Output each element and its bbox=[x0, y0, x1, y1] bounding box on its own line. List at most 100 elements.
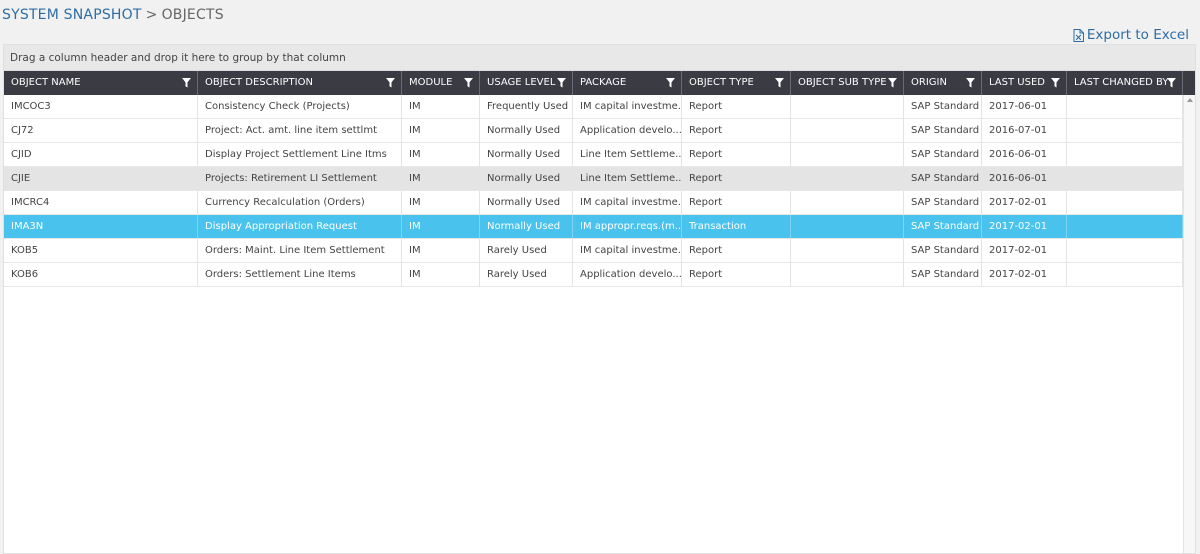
objects-grid: Drag a column header and drop it here to… bbox=[3, 44, 1196, 554]
cell-last-changed-by bbox=[1067, 95, 1183, 118]
filter-icon[interactable] bbox=[1051, 78, 1060, 88]
cell-object-sub-type bbox=[791, 239, 904, 262]
cell-package: IM appropr.reqs.(m... bbox=[573, 215, 682, 238]
cell-object-sub-type bbox=[791, 95, 904, 118]
filter-icon[interactable] bbox=[386, 78, 395, 88]
breadcrumb: SYSTEM SNAPSHOT > OBJECTS bbox=[2, 7, 224, 23]
cell-origin: SAP Standard bbox=[904, 191, 982, 214]
cell-module: IM bbox=[402, 119, 480, 142]
export-to-excel-link[interactable]: Export to Excel bbox=[1073, 27, 1189, 43]
cell-usage-level: Normally Used bbox=[480, 143, 573, 166]
cell-origin: SAP Standard bbox=[904, 143, 982, 166]
cell-last-changed-by bbox=[1067, 239, 1183, 262]
filter-icon[interactable] bbox=[557, 78, 566, 88]
cell-package: Line Item Settleme... bbox=[573, 143, 682, 166]
filter-icon[interactable] bbox=[1167, 78, 1176, 88]
cell-last-used: 2016-06-01 bbox=[982, 143, 1067, 166]
filter-icon[interactable] bbox=[182, 78, 191, 88]
cell-object-type: Report bbox=[682, 167, 791, 190]
cell-object-name: KOB5 bbox=[4, 239, 198, 262]
filter-icon[interactable] bbox=[666, 78, 675, 88]
cell-object-name: CJ72 bbox=[4, 119, 198, 142]
scroll-up-arrow-icon[interactable] bbox=[1187, 98, 1193, 102]
breadcrumb-system-snapshot[interactable]: SYSTEM SNAPSHOT bbox=[2, 7, 142, 23]
cell-last-changed-by bbox=[1067, 143, 1183, 166]
cell-module: IM bbox=[402, 167, 480, 190]
cell-usage-level: Normally Used bbox=[480, 215, 573, 238]
column-header-package[interactable]: PACKAGE bbox=[573, 71, 682, 95]
column-header-label: OBJECT SUB TYPE bbox=[798, 77, 887, 88]
filter-icon[interactable] bbox=[464, 78, 473, 88]
cell-object-name: IMA3N bbox=[4, 215, 198, 238]
cell-object-type: Report bbox=[682, 239, 791, 262]
cell-object-name: KOB6 bbox=[4, 263, 198, 286]
cell-package: Application develo... bbox=[573, 119, 682, 142]
cell-last-used: 2016-07-01 bbox=[982, 119, 1067, 142]
grid-body: IMCOC3 Consistency Check (Projects) IM Freq… bbox=[4, 95, 1195, 553]
column-header-label: OBJECT TYPE bbox=[689, 77, 754, 88]
cell-last-used: 2017-06-01 bbox=[982, 95, 1067, 118]
table-row[interactable]: IMCRC4 Currency Recalculation (Orders) IM N… bbox=[4, 191, 1183, 215]
table-row[interactable]: IMA3N Display Appropriation Request IM Norm… bbox=[4, 215, 1183, 239]
column-header-object-type[interactable]: OBJECT TYPE bbox=[682, 71, 791, 95]
cell-object-name: CJID bbox=[4, 143, 198, 166]
column-header-object-name[interactable]: OBJECT NAME bbox=[4, 71, 198, 95]
cell-object-description: Currency Recalculation (Orders) bbox=[198, 191, 402, 214]
cell-origin: SAP Standard bbox=[904, 239, 982, 262]
cell-object-description: Consistency Check (Projects) bbox=[198, 95, 402, 118]
cell-object-sub-type bbox=[791, 143, 904, 166]
column-header-module[interactable]: MODULE bbox=[402, 71, 480, 95]
cell-object-description: Orders: Settlement Line Items bbox=[198, 263, 402, 286]
cell-object-description: Orders: Maint. Line Item Settlement bbox=[198, 239, 402, 262]
cell-module: IM bbox=[402, 143, 480, 166]
cell-usage-level: Frequently Used bbox=[480, 95, 573, 118]
table-row[interactable]: CJIE Projects: Retirement LI Settlement IM… bbox=[4, 167, 1183, 191]
cell-package: IM capital investme... bbox=[573, 239, 682, 262]
cell-object-sub-type bbox=[791, 263, 904, 286]
cell-object-sub-type bbox=[791, 191, 904, 214]
cell-last-changed-by bbox=[1067, 215, 1183, 238]
cell-module: IM bbox=[402, 215, 480, 238]
grid-rows: IMCOC3 Consistency Check (Projects) IM Freq… bbox=[4, 95, 1183, 287]
table-row[interactable]: IMCOC3 Consistency Check (Projects) IM Freq… bbox=[4, 95, 1183, 119]
cell-object-description: Projects: Retirement LI Settlement bbox=[198, 167, 402, 190]
column-header-origin[interactable]: ORIGIN bbox=[904, 71, 982, 95]
vertical-scrollbar[interactable] bbox=[1183, 95, 1195, 553]
excel-file-icon bbox=[1073, 28, 1084, 42]
cell-usage-level: Rarely Used bbox=[480, 239, 573, 262]
table-row[interactable]: KOB6 Orders: Settlement Line Items IM Rarel… bbox=[4, 263, 1183, 287]
column-header-object-sub-type[interactable]: OBJECT SUB TYPE bbox=[791, 71, 904, 95]
column-header-last-used[interactable]: LAST USED bbox=[982, 71, 1067, 95]
cell-object-name: CJIE bbox=[4, 167, 198, 190]
column-header-label: OBJECT NAME bbox=[11, 77, 81, 88]
column-header-last-changed-by[interactable]: LAST CHANGED BY bbox=[1067, 71, 1183, 95]
cell-last-changed-by bbox=[1067, 167, 1183, 190]
cell-object-type: Report bbox=[682, 263, 791, 286]
table-row[interactable]: CJID Display Project Settlement Line Itms… bbox=[4, 143, 1183, 167]
cell-last-used: 2016-06-01 bbox=[982, 167, 1067, 190]
cell-module: IM bbox=[402, 263, 480, 286]
cell-object-sub-type bbox=[791, 119, 904, 142]
cell-last-changed-by bbox=[1067, 119, 1183, 142]
cell-package: Application develo... bbox=[573, 263, 682, 286]
cell-package: IM capital investme... bbox=[573, 191, 682, 214]
breadcrumb-separator: > bbox=[145, 7, 158, 23]
cell-last-changed-by bbox=[1067, 263, 1183, 286]
column-header-object-description[interactable]: OBJECT DESCRIPTION bbox=[198, 71, 402, 95]
filter-icon[interactable] bbox=[775, 78, 784, 88]
cell-last-changed-by bbox=[1067, 191, 1183, 214]
filter-icon[interactable] bbox=[966, 78, 975, 88]
filter-icon[interactable] bbox=[888, 78, 897, 88]
cell-origin: SAP Standard bbox=[904, 215, 982, 238]
cell-object-type: Transaction bbox=[682, 215, 791, 238]
cell-object-sub-type bbox=[791, 167, 904, 190]
column-header-usage-level[interactable]: USAGE LEVEL bbox=[480, 71, 573, 95]
table-row[interactable]: KOB5 Orders: Maint. Line Item Settlement I… bbox=[4, 239, 1183, 263]
header-scroll-spacer bbox=[1183, 71, 1195, 95]
export-label: Export to Excel bbox=[1086, 27, 1189, 43]
column-header-label: LAST USED bbox=[989, 77, 1045, 88]
cell-package: IM capital investme... bbox=[573, 95, 682, 118]
cell-object-name: IMCOC3 bbox=[4, 95, 198, 118]
group-by-drop-zone[interactable]: Drag a column header and drop it here to… bbox=[4, 45, 1195, 71]
table-row[interactable]: CJ72 Project: Act. amt. line item settlmt… bbox=[4, 119, 1183, 143]
